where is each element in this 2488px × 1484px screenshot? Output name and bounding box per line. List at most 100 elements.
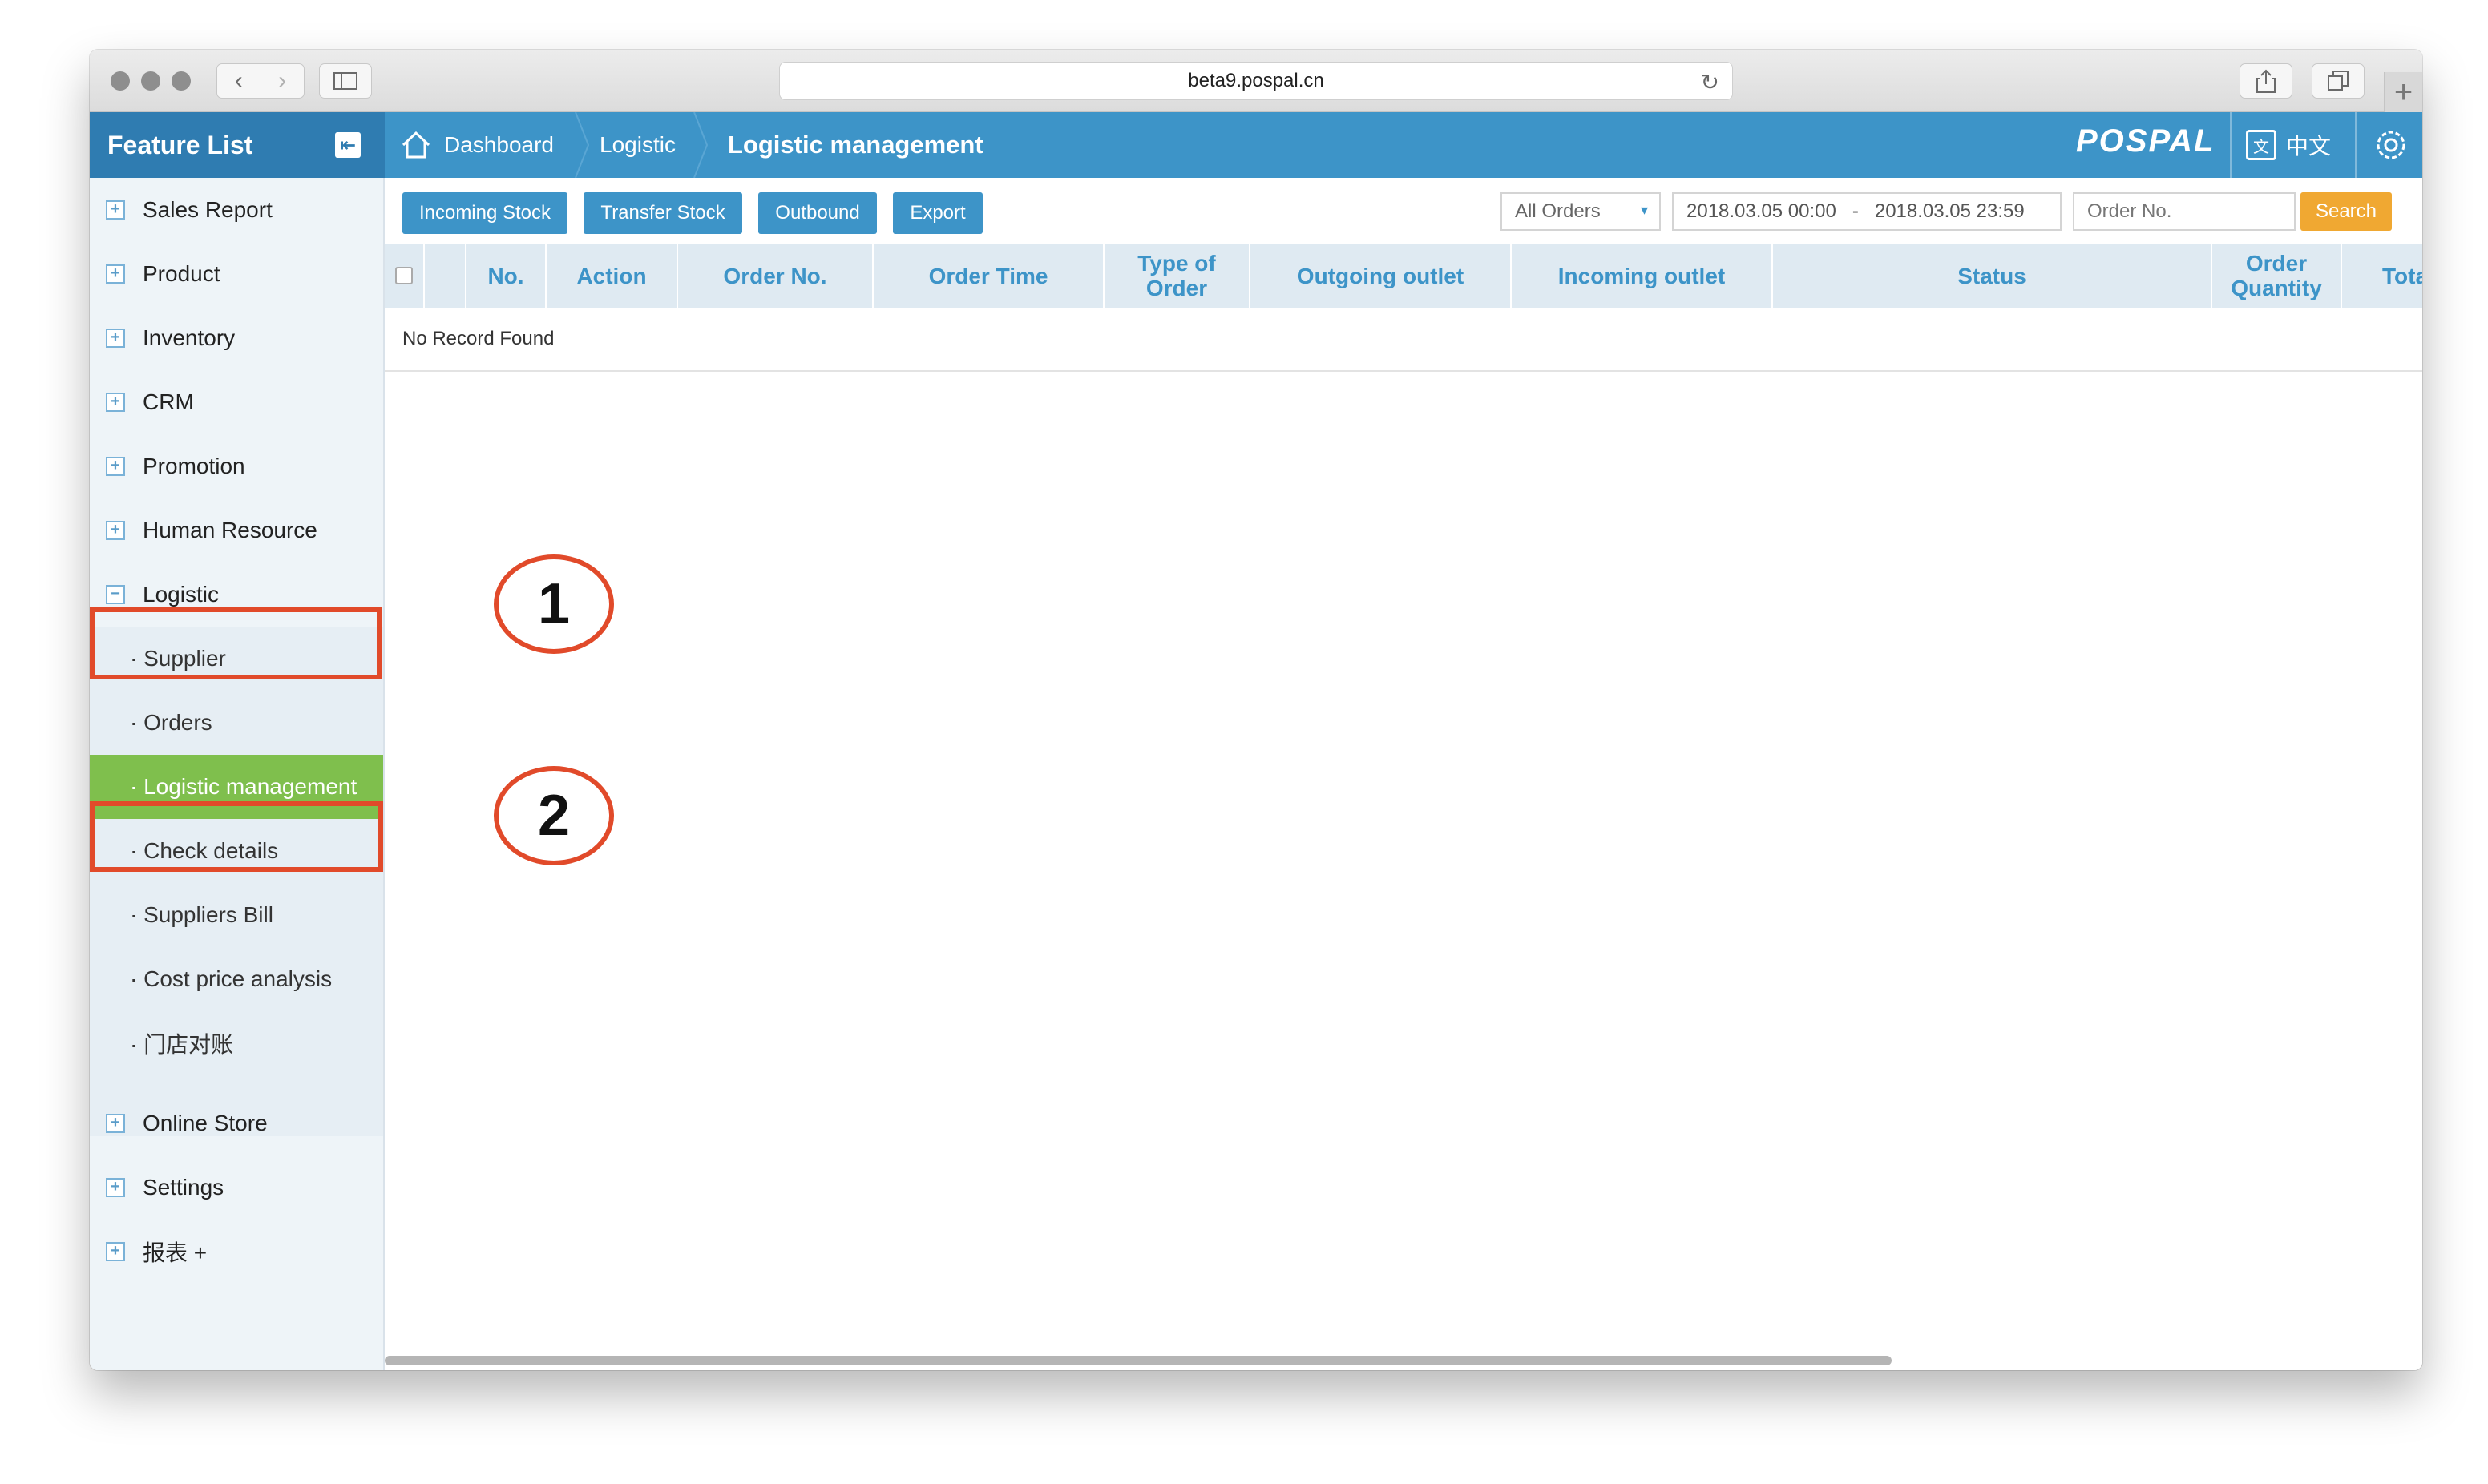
dropdown-caret-icon: ▾ (1640, 202, 1648, 218)
horizontal-scrollbar[interactable] (385, 1356, 1892, 1365)
expand-icon: + (106, 521, 125, 540)
expand-icon: + (106, 393, 125, 412)
date-range-field[interactable]: 2018.03.05 00:00 - 2018.03.05 23:59 (1672, 192, 2062, 231)
date-start: 2018.03.05 00:00 (1686, 200, 1836, 222)
sidebar-item-label: Sales Report (143, 197, 273, 222)
submenu-item-suppliers-bill[interactable]: · Suppliers Bill (90, 883, 383, 947)
page-title: Logistic management (728, 112, 983, 178)
column-header-outgoing-outlet[interactable]: Outgoing outlet (1250, 244, 1512, 308)
breadcrumb-dashboard[interactable]: Dashboard (401, 112, 554, 178)
tabs-overview-icon[interactable] (2312, 63, 2365, 99)
sidebar-item-reports-plus[interactable]: + 报表 + (90, 1220, 383, 1284)
submenu-item-label: · Suppliers Bill (130, 902, 273, 927)
column-header-incoming-outlet[interactable]: Incoming outlet (1512, 244, 1773, 308)
zoom-window-icon[interactable] (172, 71, 191, 91)
column-header-order-quantity[interactable]: Order Quantity (2212, 244, 2342, 308)
sidebar-item-settings[interactable]: + Settings (90, 1155, 383, 1220)
submenu-item-check-details[interactable]: · Check details (90, 819, 383, 883)
column-header-order-time[interactable]: Order Time (874, 244, 1105, 308)
order-no-input[interactable]: Order No. (2073, 192, 2296, 231)
page-title-label: Logistic management (728, 131, 983, 159)
reload-icon[interactable]: ↻ (1701, 69, 1719, 95)
expand-icon: + (106, 457, 125, 476)
breadcrumb-dashboard-label: Dashboard (444, 132, 554, 157)
outbound-button[interactable]: Outbound (758, 192, 877, 234)
submenu-item-cost-price-analysis[interactable]: · Cost price analysis (90, 947, 383, 1011)
transfer-stock-button[interactable]: Transfer Stock (584, 192, 742, 234)
browser-window: ‹ › beta9.pospal.cn ↻ + Feature List ⇤ D… (90, 50, 2422, 1370)
close-window-icon[interactable] (111, 71, 130, 91)
submenu-item-orders[interactable]: · Orders (90, 691, 383, 755)
breadcrumb-logistic[interactable]: Logistic (600, 112, 676, 178)
pospal-logo: POSPAL (2076, 123, 2215, 159)
sidebar-item-inventory[interactable]: + Inventory (90, 306, 383, 370)
column-header-no[interactable]: No. (466, 244, 547, 308)
sidebar-item-crm[interactable]: + CRM (90, 370, 383, 434)
column-header-order-no[interactable]: Order No. (678, 244, 874, 308)
column-header-type-of-order[interactable]: Type of Order (1105, 244, 1250, 308)
submenu-item-logistic-management[interactable]: · Logistic management (90, 755, 383, 819)
column-header-status[interactable]: Status (1773, 244, 2212, 308)
export-button[interactable]: Export (893, 192, 983, 234)
share-icon[interactable] (2240, 63, 2292, 99)
sidebar-item-logistic[interactable]: − Logistic (90, 563, 383, 627)
back-icon[interactable]: ‹ (217, 64, 261, 98)
column-header-total[interactable]: Tota (2342, 244, 2422, 308)
translate-icon: 文 (2246, 130, 2276, 160)
callout-step-2: 2 (494, 766, 614, 865)
column-spacer (425, 244, 466, 308)
breadcrumb-separator (575, 112, 590, 178)
incoming-stock-button[interactable]: Incoming Stock (402, 192, 567, 234)
breadcrumb-separator (693, 112, 709, 178)
home-icon (402, 131, 430, 159)
feature-list-title: Feature List (107, 130, 253, 159)
expand-icon: + (106, 1242, 125, 1261)
select-all-cell (385, 244, 425, 308)
header-divider (2355, 112, 2357, 178)
order-type-select[interactable]: All Orders ▾ (1500, 192, 1661, 231)
column-header-action[interactable]: Action (547, 244, 678, 308)
sidebar-item-label: Promotion (143, 454, 245, 478)
submenu-item-label: · Cost price analysis (130, 966, 333, 991)
search-button[interactable]: Search (2300, 192, 2392, 231)
sidebar-item-label: Settings (143, 1175, 224, 1200)
gear-icon[interactable] (2373, 127, 2409, 163)
address-bar[interactable]: beta9.pospal.cn ↻ (779, 62, 1733, 100)
table-header: No. Action Order No. Order Time Type of … (385, 244, 2422, 308)
browser-toolbar: ‹ › beta9.pospal.cn ↻ + (90, 50, 2422, 112)
submenu-item-label: · Supplier (130, 646, 226, 671)
sidebar-item-label: Inventory (143, 325, 236, 350)
language-switch[interactable]: 文 中文 (2246, 112, 2331, 178)
expand-icon: + (106, 1114, 125, 1133)
minimize-window-icon[interactable] (141, 71, 160, 91)
sidebar-item-label: Human Resource (143, 518, 317, 542)
expand-icon: + (106, 329, 125, 348)
app-header: Feature List ⇤ Dashboard Logistic Logist… (90, 112, 2422, 178)
new-tab-icon[interactable]: + (2384, 72, 2422, 112)
sidebar-item-product[interactable]: + Product (90, 242, 383, 306)
sidebar-item-label: Product (143, 261, 220, 286)
submenu-item-label: · Orders (130, 710, 212, 735)
sidebar-item-online-store[interactable]: + Online Store (90, 1091, 383, 1155)
header-divider (2230, 112, 2232, 178)
expand-icon: + (106, 1178, 125, 1197)
submenu-item-store-reconciliation[interactable]: · 门店对账 (90, 1011, 383, 1075)
sidebar-item-human-resource[interactable]: + Human Resource (90, 498, 383, 563)
expand-icon: + (106, 264, 125, 284)
sidebar-item-sales-report[interactable]: + Sales Report (90, 178, 383, 242)
date-separator: - (1852, 200, 1859, 222)
sidebar-item-label: 报表 + (143, 1240, 208, 1265)
language-label: 中文 (2286, 134, 2332, 159)
expand-icon: + (106, 200, 125, 220)
submenu-item-label: · 门店对账 (130, 1032, 234, 1057)
collapse-sidebar-icon[interactable]: ⇤ (335, 132, 361, 158)
date-end: 2018.03.05 23:59 (1874, 200, 2025, 222)
sidebar-toggle-icon[interactable] (319, 63, 372, 99)
sidebar-item-promotion[interactable]: + Promotion (90, 434, 383, 498)
feature-sidebar: + Sales Report + Product + Inventory + CRM +… (90, 178, 385, 1370)
forward-icon[interactable]: › (260, 64, 305, 98)
select-all-checkbox[interactable] (395, 267, 413, 284)
submenu-item-supplier[interactable]: · Supplier (90, 627, 383, 691)
sidebar-item-label: Online Store (143, 1111, 268, 1135)
order-no-placeholder: Order No. (2087, 200, 2172, 222)
